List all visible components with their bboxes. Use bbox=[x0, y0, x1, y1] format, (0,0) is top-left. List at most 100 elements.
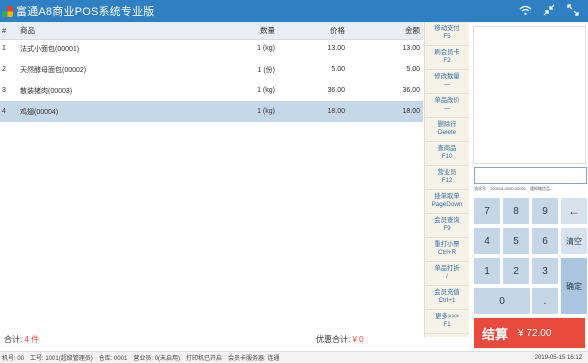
fn-label: 单品改价 bbox=[434, 96, 460, 104]
row-price: 5.00 bbox=[331, 66, 345, 73]
row-name: 散装猪肉(00003) bbox=[20, 87, 73, 95]
fn-label: 会员查询 bbox=[434, 216, 460, 224]
total-label: 合计: bbox=[4, 335, 23, 344]
fn-key: F9 bbox=[443, 225, 451, 233]
fn-key: F12 bbox=[441, 177, 453, 185]
change-price-button[interactable]: 单品改价 — bbox=[425, 94, 469, 118]
fn-key: F1 bbox=[443, 321, 451, 329]
fn-key: Delete bbox=[437, 129, 457, 137]
row-no: 2 bbox=[2, 66, 6, 73]
fn-key: Ctrl+1 bbox=[438, 297, 456, 305]
function-button-column: 移动支付 F5 刷会员卡 F2 修改数量 — 单品改价 — 删除行 Delete 查商品 F… bbox=[424, 22, 469, 337]
mobile-pay-button[interactable]: 移动支付 F5 bbox=[425, 22, 469, 46]
table-row-selected[interactable]: 4 鸡翅(00004) 1 (kg) 18.00 18.00 bbox=[0, 101, 423, 122]
hold-order-button[interactable]: 挂单取单 PageDown bbox=[425, 190, 469, 214]
status-left: 机号: 00 工号: 1001(超级管理员) 仓库: 0001 营业员: 0(未… bbox=[2, 356, 280, 362]
barcode-input[interactable] bbox=[474, 167, 587, 184]
table-row[interactable]: 1 法式小面包(00001) 1 (kg) 13.00 13.00 bbox=[0, 38, 423, 59]
fn-label: 刷会员卡 bbox=[434, 48, 460, 56]
key-0[interactable]: 0 bbox=[474, 288, 530, 314]
fn-label: 更多>>> bbox=[435, 312, 459, 320]
row-qty: 1 (份) bbox=[257, 66, 276, 74]
col-no: # bbox=[2, 26, 7, 35]
table-row[interactable]: 3 散装猪肉(00003) 1 (kg) 36.00 36.00 bbox=[0, 80, 423, 101]
col-name: 商品 bbox=[20, 26, 35, 35]
row-qty: 1 (kg) bbox=[257, 45, 275, 52]
fn-key: — bbox=[443, 81, 451, 89]
edit-quantity-button[interactable]: 修改数量 — bbox=[425, 70, 469, 94]
reprint-receipt-button[interactable]: 重打小票 Ctrl+R bbox=[425, 238, 469, 262]
fn-label: 移动支付 bbox=[434, 24, 460, 32]
wifi-icon[interactable] bbox=[518, 3, 532, 17]
key-5[interactable]: 5 bbox=[503, 228, 529, 254]
row-name: 法式小面包(00001) bbox=[20, 45, 80, 53]
row-qty: 1 (kg) bbox=[257, 108, 275, 115]
key-dot[interactable]: . bbox=[532, 288, 558, 314]
total-count: 合计: 4 件 bbox=[4, 334, 39, 345]
backspace-key[interactable]: ← bbox=[561, 198, 587, 224]
checkout-button[interactable]: 结算 ¥ 72.00 bbox=[474, 318, 585, 348]
fn-key: PageDown bbox=[431, 201, 463, 209]
fn-label: 挂单取单 bbox=[434, 192, 460, 200]
fn-key: — bbox=[443, 105, 451, 113]
row-name: 天然酵母面包(00002) bbox=[20, 66, 87, 74]
row-amount: 36.00 bbox=[402, 87, 420, 94]
member-recharge-button[interactable]: 会员充值 Ctrl+1 bbox=[425, 286, 469, 310]
clear-key[interactable]: 清空 bbox=[561, 228, 587, 254]
key-1[interactable]: 1 bbox=[474, 258, 500, 284]
row-price: 36.00 bbox=[327, 87, 345, 94]
expand-arrows-icon[interactable] bbox=[566, 3, 580, 17]
total-value: 4 件 bbox=[24, 335, 40, 344]
salesperson-button[interactable]: 营业员 F12 bbox=[425, 166, 469, 190]
fn-key: Ctrl+R bbox=[437, 249, 457, 257]
row-qty: 1 (kg) bbox=[257, 87, 275, 94]
item-discount-button[interactable]: 单品打折 / bbox=[425, 262, 469, 286]
key-9[interactable]: 9 bbox=[532, 198, 558, 224]
checkout-amount: ¥ 72.00 bbox=[518, 327, 552, 339]
fn-key: / bbox=[446, 273, 448, 281]
fn-label: 营业员 bbox=[437, 168, 457, 176]
status-bar: 机号: 00 工号: 1001(超级管理员) 仓库: 0001 营业员: 0(未… bbox=[0, 351, 588, 363]
title-bar: 富通A8商业POS系统专业版 bbox=[0, 0, 588, 22]
fn-label: 修改数量 bbox=[434, 72, 460, 80]
row-amount: 18.00 bbox=[402, 108, 420, 115]
discount-label: 优惠合计: bbox=[316, 335, 351, 344]
discount-value: ¥ 0 bbox=[352, 335, 364, 344]
app-title: 富通A8商业POS系统专业版 bbox=[16, 6, 155, 18]
col-price: 价格 bbox=[330, 26, 345, 35]
totals-bar: 合计: 4 件 优惠合计: ¥ 0 bbox=[0, 327, 423, 349]
key-2[interactable]: 2 bbox=[503, 258, 529, 284]
row-name: 鸡翅(00004) bbox=[20, 108, 59, 116]
fn-key: F10 bbox=[441, 153, 453, 161]
row-no: 3 bbox=[2, 87, 6, 94]
search-product-button[interactable]: 查商品 F10 bbox=[425, 142, 469, 166]
fn-label: 查商品 bbox=[437, 144, 457, 152]
row-amount: 5.00 bbox=[406, 66, 420, 73]
col-qty: 数量 bbox=[260, 26, 275, 35]
fn-key: F2 bbox=[443, 57, 451, 65]
row-price: 13.00 bbox=[327, 45, 345, 52]
row-price: 18.00 bbox=[327, 108, 345, 115]
key-3[interactable]: 3 bbox=[532, 258, 558, 284]
app-logo-icon bbox=[2, 5, 13, 17]
key-8[interactable]: 8 bbox=[503, 198, 529, 224]
table-row[interactable]: 2 天然酵母面包(00002) 1 (份) 5.00 5.00 bbox=[0, 59, 423, 80]
fn-label: 会员充值 bbox=[434, 288, 460, 296]
col-amount: 金额 bbox=[405, 26, 420, 35]
key-4[interactable]: 4 bbox=[474, 228, 500, 254]
key-6[interactable]: 6 bbox=[532, 228, 558, 254]
key-7[interactable]: 7 bbox=[474, 198, 500, 224]
more-button[interactable]: 更多>>> F1 bbox=[425, 310, 469, 334]
fn-label: 重打小票 bbox=[434, 240, 460, 248]
delete-row-button[interactable]: 删除行 Delete bbox=[425, 118, 469, 142]
member-card-button[interactable]: 刷会员卡 F2 bbox=[425, 46, 469, 70]
member-query-button[interactable]: 会员查询 F9 bbox=[425, 214, 469, 238]
serial-info: 流水号：190518-0000-00001 通知微信品... bbox=[474, 186, 554, 191]
row-amount: 13.00 bbox=[402, 45, 420, 52]
checkout-label: 结算 bbox=[482, 326, 509, 342]
discount-total: 优惠合计: ¥ 0 bbox=[316, 334, 364, 345]
minimize-arrows-icon[interactable] bbox=[542, 3, 556, 17]
confirm-key[interactable]: 确定 bbox=[561, 258, 587, 314]
item-display-panel bbox=[473, 26, 586, 164]
fn-key: F5 bbox=[443, 33, 451, 41]
